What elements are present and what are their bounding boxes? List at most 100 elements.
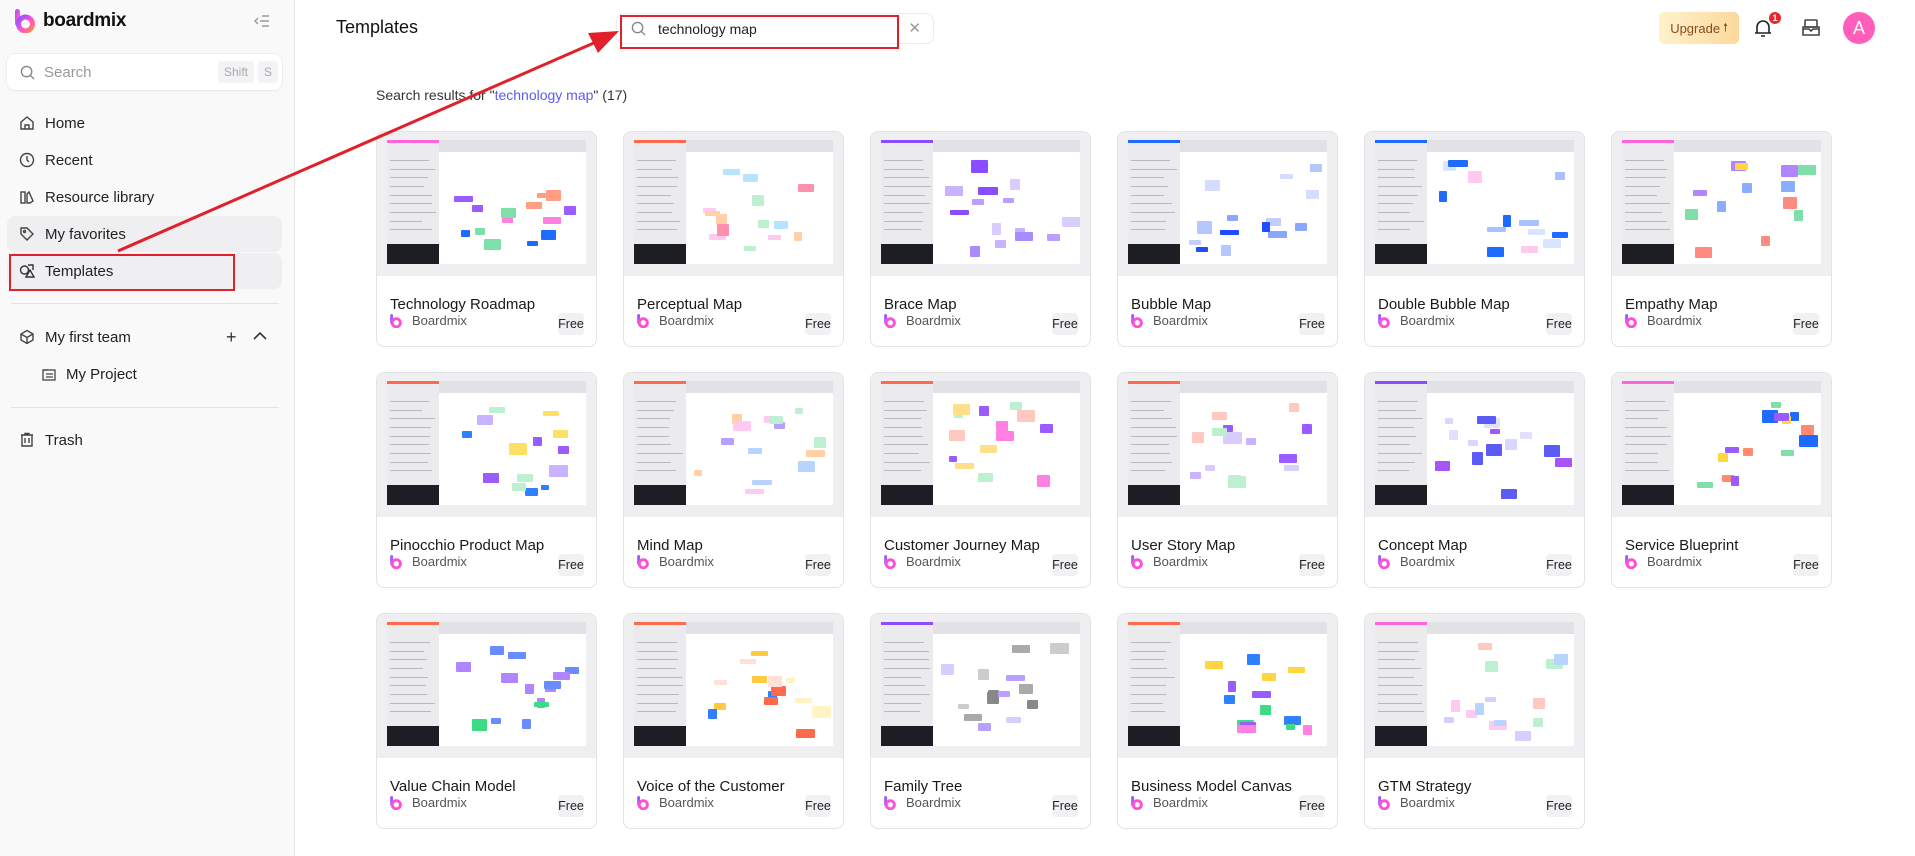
- template-card[interactable]: Mind Map Boardmix Free: [623, 372, 844, 588]
- thumbnail-text-line: [1378, 409, 1417, 411]
- template-thumbnail: [1118, 373, 1337, 517]
- thumbnail-shape: [1294, 223, 1307, 231]
- thumbnail-shape: [1221, 244, 1231, 256]
- template-card[interactable]: Concept Map Boardmix Free: [1364, 372, 1585, 588]
- thumbnail-shape: [795, 729, 816, 738]
- thumbnail-side-panel: [881, 622, 933, 746]
- thumbnail-text-line: [1378, 470, 1410, 472]
- thumbnail-shape: [1543, 445, 1560, 458]
- thumbnail-shape: [1283, 465, 1300, 471]
- brand-name: boardmix: [43, 10, 127, 31]
- thumbnail-shape: [525, 683, 534, 694]
- thumbnail-shape: [1485, 696, 1497, 702]
- thumbnail-shape: [526, 240, 539, 247]
- thumbnail-text-line: [884, 159, 924, 161]
- project-my-project[interactable]: My Project: [30, 356, 282, 392]
- thumbnail-shape: [785, 678, 796, 684]
- thumbnail-footer: [387, 726, 439, 746]
- sidebar-item-label: Trash: [45, 431, 83, 449]
- thumbnail-shape: [1246, 437, 1257, 446]
- thumbnail-sheet: [1375, 622, 1574, 746]
- thumbnail-shape: [1288, 403, 1299, 412]
- thumbnail-text-line: [1625, 229, 1670, 231]
- thumbnail-text-line: [1131, 211, 1175, 213]
- thumbnail-text-line: [637, 426, 669, 428]
- thumbnail-shape: [508, 652, 526, 659]
- template-card[interactable]: Empathy Map Boardmix Free: [1611, 131, 1832, 347]
- thumbnail-shape: [721, 437, 734, 446]
- clear-search-icon[interactable]: ✕: [908, 19, 921, 37]
- thumbnail-shape: [1449, 430, 1458, 440]
- sidebar-item-templates[interactable]: Templates: [7, 253, 282, 289]
- template-card[interactable]: GTM Strategy Boardmix Free: [1364, 613, 1585, 829]
- team-my-first-team[interactable]: My first team: [7, 319, 207, 355]
- thumbnail-header: [685, 622, 833, 635]
- thumbnail-shape: [1280, 173, 1294, 179]
- author-name: Boardmix: [1153, 795, 1208, 810]
- template-card[interactable]: Customer Journey Map Boardmix Free: [870, 372, 1091, 588]
- thumbnail-shape: [773, 221, 788, 230]
- sidebar-item-home[interactable]: Home: [7, 105, 282, 141]
- thumbnail-text-line: [884, 685, 925, 687]
- template-card[interactable]: Service Blueprint Boardmix Free: [1611, 372, 1832, 588]
- thumbnail-footer: [387, 244, 439, 264]
- template-card[interactable]: Perceptual Map Boardmix Free: [623, 131, 844, 347]
- sidebar-item-resource-library[interactable]: Resource library: [7, 179, 282, 215]
- thumbnail-sheet: [881, 381, 1080, 505]
- thumbnail-text-line: [1378, 667, 1421, 669]
- thumbnail-accent: [634, 140, 686, 143]
- thumbnail-shape: [1793, 210, 1804, 222]
- chevron-up-icon[interactable]: [253, 331, 267, 341]
- thumbnail-header: [932, 381, 1080, 394]
- template-card[interactable]: Value Chain Model Boardmix Free: [376, 613, 597, 829]
- folder-board-icon: [42, 368, 56, 381]
- template-card[interactable]: User Story Map Boardmix Free: [1117, 372, 1338, 588]
- thumbnail-shape: [471, 204, 483, 213]
- thumbnail-sheet: [634, 140, 833, 264]
- template-author: Boardmix: [1378, 313, 1455, 328]
- search-icon: [631, 21, 646, 36]
- template-card[interactable]: Brace Map Boardmix Free: [870, 131, 1091, 347]
- thumbnail-shape: [996, 430, 1014, 442]
- inbox-icon[interactable]: [1800, 17, 1822, 39]
- thumbnail-side-panel: [1128, 140, 1180, 264]
- thumbnail-shape: [1196, 246, 1209, 253]
- author-name: Boardmix: [659, 795, 714, 810]
- thumbnail-shape: [1435, 461, 1450, 471]
- user-avatar[interactable]: A: [1843, 12, 1875, 44]
- collapse-sidebar-icon[interactable]: [253, 12, 271, 30]
- thumbnail-text-line: [884, 203, 931, 205]
- template-card[interactable]: Double Bubble Map Boardmix Free: [1364, 131, 1585, 347]
- template-author: Boardmix: [1625, 313, 1702, 328]
- thumbnail-shape: [1247, 653, 1260, 665]
- boardmix-logo[interactable]: boardmix: [15, 9, 126, 33]
- template-card[interactable]: Bubble Map Boardmix Free: [1117, 131, 1338, 347]
- sidebar-item-trash[interactable]: Trash: [7, 422, 282, 458]
- sidebar-item-my-favorites[interactable]: My favorites: [7, 216, 282, 252]
- trash-icon: [21, 432, 33, 447]
- thumbnail-side-panel: [1128, 622, 1180, 746]
- template-card[interactable]: Technology Roadmap Boardmix Free: [376, 131, 597, 347]
- thumbnail-header: [1673, 140, 1821, 153]
- price-badge: Free: [1546, 313, 1572, 335]
- template-card[interactable]: Family Tree Boardmix Free: [870, 613, 1091, 829]
- results-query: technology map: [494, 87, 594, 103]
- thumbnail-text-line: [884, 461, 930, 463]
- thumbnail-header: [438, 381, 586, 394]
- sidebar-item-recent[interactable]: Recent: [7, 142, 282, 178]
- thumbnail-shape: [1197, 221, 1213, 234]
- upgrade-button[interactable]: Upgrade 🠕: [1659, 12, 1739, 44]
- sidebar-divider: [11, 407, 279, 408]
- template-thumbnail: [1365, 132, 1584, 276]
- template-card[interactable]: Business Model Canvas Boardmix Free: [1117, 613, 1338, 829]
- add-project-button[interactable]: +: [226, 327, 237, 348]
- thumbnail-side-panel: [387, 622, 439, 746]
- sidebar-search-input[interactable]: Search Shift S: [7, 54, 282, 90]
- template-card[interactable]: Voice of the Customer Boardmix Free: [623, 613, 844, 829]
- thumbnail-shape: [1780, 180, 1795, 193]
- thumbnail-text-line: [884, 194, 926, 196]
- template-search-input[interactable]: technology map ✕: [616, 13, 934, 44]
- thumbnail-shape: [971, 199, 984, 206]
- template-title: Customer Journey Map: [884, 537, 1040, 554]
- template-card[interactable]: Pinocchio Product Map Boardmix Free: [376, 372, 597, 588]
